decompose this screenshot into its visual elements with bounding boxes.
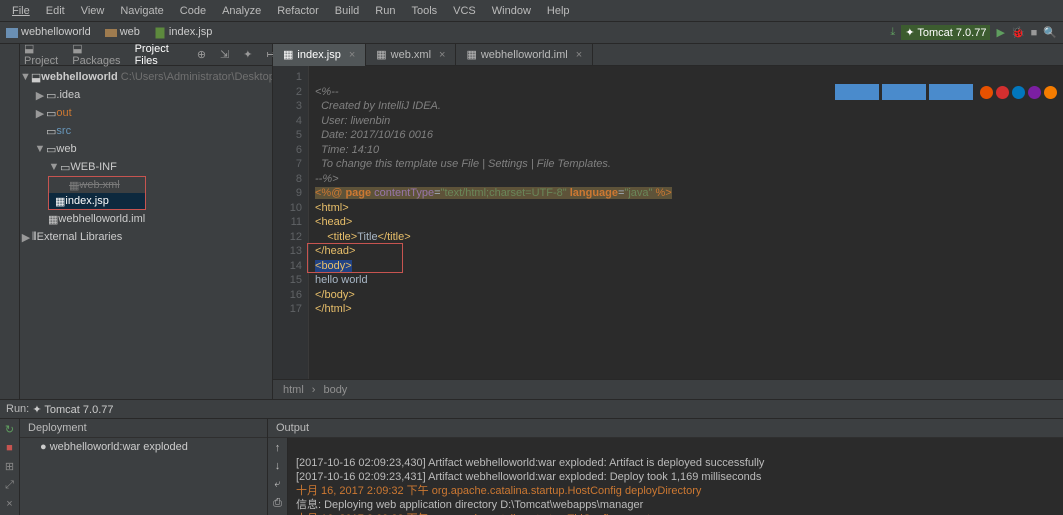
tree-iml[interactable]: ▦ webhelloworld.iml [20, 210, 272, 228]
console-line: [2017-10-16 02:09:23,431] Artifact webhe… [296, 471, 761, 483]
main-area: ⬓ Project ⬓ Packages Project Files ⊕ ⇲ ✦… [0, 44, 1063, 399]
run-toolbar: ↻ ■ ⊞ ⤢ × [0, 419, 20, 515]
menu-bar: File Edit View Navigate Code Analyze Ref… [0, 0, 1063, 22]
editor-body[interactable]: 1234567891011121314151617 <%-- Created b… [273, 66, 1063, 379]
overlay-blur-boxes [835, 84, 973, 100]
pin-icon[interactable]: ⤢ [5, 479, 14, 492]
tree-root[interactable]: ▼⬓ webhelloworld C:\Users\Administrator\… [20, 68, 272, 86]
output-header: Output [268, 419, 1063, 438]
editor-tab-webxml[interactable]: ▦ web.xml× [366, 44, 456, 66]
left-tool-gutter [0, 44, 20, 399]
run-config-selector[interactable]: ✦ Tomcat 7.0.77 [901, 25, 990, 40]
editor-tab-iml[interactable]: ▦ webhelloworld.iml× [456, 44, 593, 66]
close-icon[interactable]: × [439, 49, 445, 61]
sidebar-tab-project[interactable]: ⬓ Project [24, 42, 58, 67]
down-icon[interactable]: ↓ [275, 460, 281, 472]
highlight-annotation-body [307, 243, 403, 273]
highlight-annotation: ▦ web.xml ▦ index.jsp [48, 176, 146, 210]
menu-file[interactable]: File [4, 5, 38, 17]
tree-webinf[interactable]: ▼▭ WEB-INF [20, 158, 272, 176]
gear-icon[interactable]: ✦ [243, 48, 252, 61]
search-icon[interactable]: 🔍 [1043, 26, 1057, 39]
close-icon[interactable]: × [349, 49, 355, 61]
sidebar-tab-packages[interactable]: ⬓ Packages [72, 42, 120, 67]
make-icon[interactable]: ⤓ [890, 26, 895, 39]
sidebar-tabs: ⬓ Project ⬓ Packages Project Files ⊕ ⇲ ✦… [20, 44, 272, 66]
console-line: [2017-10-16 02:09:23,430] Artifact webhe… [296, 457, 764, 469]
menu-help[interactable]: Help [539, 5, 578, 17]
project-tool-window: ⬓ Project ⬓ Packages Project Files ⊕ ⇲ ✦… [20, 44, 273, 399]
tree-idea[interactable]: ▶▭ .idea [20, 86, 272, 104]
breadcrumb-folder[interactable]: web [105, 26, 146, 38]
menu-refactor[interactable]: Refactor [269, 5, 327, 17]
output-column: Output ↑ ↓ ⤶ ⎙ [2017-10-16 02:09:23,430]… [268, 419, 1063, 515]
output-toolbar: ↑ ↓ ⤶ ⎙ [268, 438, 288, 515]
menu-run[interactable]: Run [367, 5, 403, 17]
close-icon[interactable]: × [576, 49, 582, 61]
breadcrumb-project[interactable]: webhelloworld [6, 26, 97, 38]
sidebar-tab-project-files[interactable]: Project Files [135, 43, 169, 67]
wrap-icon[interactable]: ⤶ [274, 478, 280, 491]
deployment-item[interactable]: ● webhelloworld:war exploded [20, 438, 267, 456]
console-line: 信息: Deploying web application directory … [296, 499, 643, 511]
firefox-icon[interactable] [980, 86, 993, 99]
editor-tab-indexjsp[interactable]: ▦ index.jsp× [273, 44, 366, 66]
layout-icon[interactable]: ⊞ [5, 460, 14, 473]
tree-indexjsp[interactable]: ▦ index.jsp [49, 193, 145, 209]
menu-build[interactable]: Build [327, 5, 367, 17]
editor-area: ▦ index.jsp× ▦ web.xml× ▦ webhelloworld.… [273, 44, 1063, 399]
menu-window[interactable]: Window [484, 5, 539, 17]
deployment-column: Deployment ● webhelloworld:war exploded [20, 419, 268, 515]
run-config-name: ✦ Tomcat 7.0.77 [32, 403, 113, 416]
menu-code[interactable]: Code [172, 5, 214, 17]
rerun-icon[interactable]: ↻ [5, 423, 14, 436]
opera-icon[interactable] [1028, 86, 1041, 99]
print-icon[interactable]: ⎙ [273, 497, 282, 510]
run-header: Run: ✦ Tomcat 7.0.77 [0, 399, 1063, 419]
tree-webxml[interactable]: ▦ web.xml [49, 177, 145, 193]
run-title: Run: [6, 403, 29, 415]
breadcrumb-file[interactable]: index.jsp [154, 26, 218, 38]
menu-tools[interactable]: Tools [403, 5, 445, 17]
menu-view[interactable]: View [73, 5, 113, 17]
up-icon[interactable]: ↑ [275, 442, 281, 454]
close-icon[interactable]: × [6, 498, 12, 510]
navigation-bar: webhelloworld web index.jsp ⤓ ✦ Tomcat 7… [0, 22, 1063, 44]
deployment-header: Deployment [20, 419, 267, 438]
tree-src[interactable]: ▭ src [20, 122, 272, 140]
crumb-body[interactable]: body [323, 384, 347, 396]
editor-breadcrumb: html› body [273, 379, 1063, 399]
crumb-html[interactable]: html [283, 384, 304, 396]
run-panel: ↻ ■ ⊞ ⤢ × Deployment ● webhelloworld:war… [0, 419, 1063, 515]
run-icon[interactable]: ▶ [996, 26, 1004, 39]
collapse-icon[interactable]: ⇲ [220, 48, 229, 61]
menu-navigate[interactable]: Navigate [112, 5, 171, 17]
debug-icon[interactable]: 🐞 [1011, 26, 1025, 39]
project-tree[interactable]: ▼⬓ webhelloworld C:\Users\Administrator\… [20, 66, 272, 399]
chrome-icon[interactable] [996, 86, 1009, 99]
code-area[interactable]: <%-- Created by IntelliJ IDEA. User: liw… [309, 66, 1063, 379]
console-line: 十月 16, 2017 2:09:32 下午 org.apache.catali… [296, 485, 701, 497]
menu-analyze[interactable]: Analyze [214, 5, 269, 17]
stop-icon[interactable]: ■ [6, 442, 13, 454]
tree-web[interactable]: ▼▭ web [20, 140, 272, 158]
editor-tabs: ▦ index.jsp× ▦ web.xml× ▦ webhelloworld.… [273, 44, 1063, 66]
console-output[interactable]: [2017-10-16 02:09:23,430] Artifact webhe… [288, 438, 1063, 515]
yandex-icon[interactable] [1044, 86, 1057, 99]
stop-icon[interactable]: ■ [1031, 27, 1038, 39]
menu-vcs[interactable]: VCS [445, 5, 484, 17]
menu-edit[interactable]: Edit [38, 5, 73, 17]
safari-icon[interactable] [1012, 86, 1025, 99]
autoscroll-icon[interactable]: ⊕ [197, 48, 206, 61]
browser-icons [980, 86, 1057, 99]
editor-gutter: 1234567891011121314151617 [273, 66, 309, 379]
tree-external-libs[interactable]: ▶⫴ External Libraries [20, 228, 272, 246]
tree-out[interactable]: ▶▭ out [20, 104, 272, 122]
